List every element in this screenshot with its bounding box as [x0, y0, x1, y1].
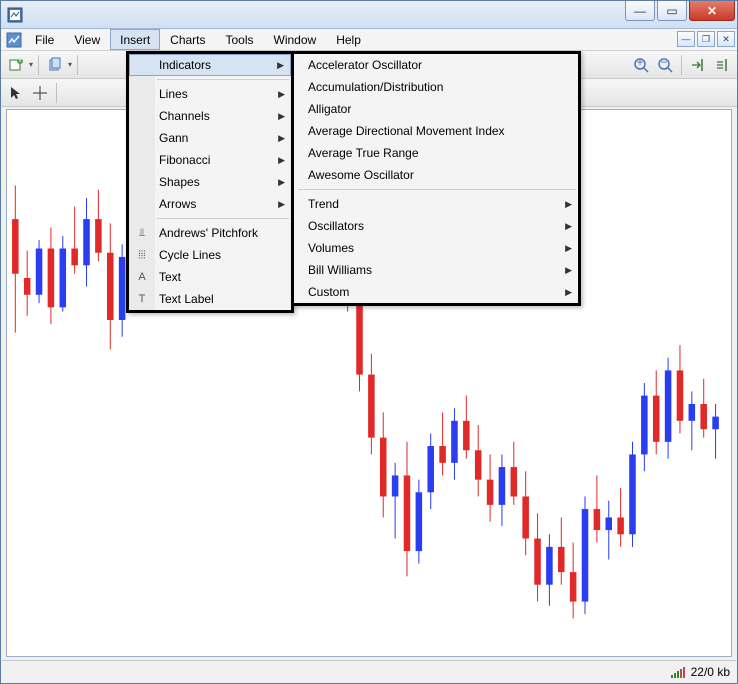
svg-text:−: −	[660, 57, 667, 69]
menu-item-label: Bill Williams	[308, 263, 372, 277]
menu-tools[interactable]: Tools	[216, 29, 264, 50]
pitchfork-icon: ⫫	[135, 227, 149, 240]
chart-shift-button[interactable]	[687, 54, 709, 76]
menu-insert[interactable]: Insert	[110, 29, 160, 50]
insert-menu-item[interactable]: ⫫ Andrews' Pitchfork	[129, 222, 291, 244]
submenu-arrow-icon: ▶	[278, 199, 285, 210]
submenu-arrow-icon: ▶	[278, 155, 285, 166]
connection-text: 22/0 kb	[691, 665, 730, 679]
menu-item-label: Text	[159, 270, 181, 284]
menu-file[interactable]: File	[25, 29, 64, 50]
menu-item-label: Text Label	[159, 292, 214, 306]
insert-menu-item[interactable]: Shapes ▶	[129, 171, 291, 193]
connection-bars-icon	[671, 666, 685, 678]
submenu-arrow-icon: ▶	[565, 199, 572, 210]
indicators-menu-item[interactable]: Average True Range	[294, 142, 578, 164]
submenu-arrow-icon: ▶	[278, 177, 285, 188]
mdi-minimize-button[interactable]: —	[677, 31, 695, 47]
menu-item-label: Lines	[159, 87, 188, 101]
submenu-arrow-icon: ▶	[565, 221, 572, 232]
indicators-menu-item[interactable]: Average Directional Movement Index	[294, 120, 578, 142]
submenu-arrow-icon: ▶	[278, 111, 285, 122]
menu-item-label: Fibonacci	[159, 153, 210, 167]
insert-menu-item[interactable]: Indicators ▶	[129, 54, 291, 76]
menu-item-label: Accelerator Oscillator	[308, 58, 422, 72]
indicators-menu-item[interactable]: Accelerator Oscillator	[294, 54, 578, 76]
insert-menu-item[interactable]: Gann ▶	[129, 127, 291, 149]
menu-help[interactable]: Help	[326, 29, 371, 50]
indicators-menu-item[interactable]: Alligator	[294, 98, 578, 120]
menu-window[interactable]: Window	[264, 29, 327, 50]
menu-item-label: Indicators	[159, 58, 211, 72]
statusbar: 22/0 kb	[2, 660, 736, 682]
submenu-arrow-icon: ▶	[565, 265, 572, 276]
menu-item-label: Volumes	[308, 241, 354, 255]
app-menu-icon[interactable]	[3, 29, 25, 50]
auto-scroll-button[interactable]	[711, 54, 733, 76]
menu-item-label: Channels	[159, 109, 210, 123]
indicators-menu-item[interactable]: Volumes ▶	[294, 237, 578, 259]
insert-menu: Indicators▶Lines▶Channels▶Gann▶Fibonacci…	[126, 51, 294, 313]
minimize-button[interactable]: —	[625, 1, 655, 21]
submenu-arrow-icon: ▶	[278, 89, 285, 100]
svg-text:+: +	[636, 57, 643, 69]
indicators-menu-item[interactable]: Accumulation/Distribution	[294, 76, 578, 98]
menu-item-label: Alligator	[308, 102, 351, 116]
insert-menu-item[interactable]: Lines ▶	[129, 83, 291, 105]
insert-menu-item[interactable]: Channels ▶	[129, 105, 291, 127]
indicators-menu-item[interactable]: Trend ▶	[294, 193, 578, 215]
menu-item-label: Arrows	[159, 197, 196, 211]
crosshair-button[interactable]	[29, 82, 51, 104]
titlebar: — ▭ ✕	[1, 1, 737, 29]
menu-item-label: Shapes	[159, 175, 200, 189]
text-icon: A	[135, 271, 149, 283]
app-icon	[7, 7, 23, 23]
indicators-menu-item[interactable]: Awesome Oscillator	[294, 164, 578, 186]
zoom-out-button[interactable]: −	[654, 54, 676, 76]
cycle-icon: ⦙⦙⦙	[135, 249, 149, 262]
cursor-button[interactable]	[5, 82, 27, 104]
mdi-restore-button[interactable]: ❐	[697, 31, 715, 47]
submenu-arrow-icon: ▶	[277, 60, 284, 71]
menu-item-label: Custom	[308, 285, 349, 299]
submenu-arrow-icon: ▶	[565, 243, 572, 254]
indicators-menu-item[interactable]: Oscillators ▶	[294, 215, 578, 237]
maximize-button[interactable]: ▭	[657, 1, 687, 21]
menubar: File View Insert Charts Tools Window Hel…	[1, 29, 737, 51]
menu-charts[interactable]: Charts	[160, 29, 215, 50]
submenu-arrow-icon: ▶	[565, 287, 572, 298]
mdi-close-button[interactable]: ✕	[717, 31, 735, 47]
new-chart-button[interactable]: +	[5, 54, 27, 76]
menu-item-label: Oscillators	[308, 219, 364, 233]
zoom-in-button[interactable]: +	[630, 54, 652, 76]
indicators-submenu: Accelerator Oscillator Accumulation/Distr…	[291, 51, 581, 306]
menu-item-label: Gann	[159, 131, 188, 145]
insert-menu-item[interactable]: A Text	[129, 266, 291, 288]
menu-item-label: Average Directional Movement Index	[308, 124, 505, 138]
menu-item-label: Cycle Lines	[159, 248, 221, 262]
indicators-menu-item[interactable]: Custom ▶	[294, 281, 578, 303]
menu-item-label: Andrews' Pitchfork	[159, 226, 258, 240]
profiles-button[interactable]	[44, 54, 66, 76]
menu-item-label: Awesome Oscillator	[308, 168, 414, 182]
insert-menu-item[interactable]: Fibonacci ▶	[129, 149, 291, 171]
submenu-arrow-icon: ▶	[278, 133, 285, 144]
svg-text:+: +	[16, 57, 23, 66]
menu-item-label: Average True Range	[308, 146, 419, 160]
menu-item-label: Accumulation/Distribution	[308, 80, 443, 94]
insert-menu-item[interactable]: Arrows ▶	[129, 193, 291, 215]
insert-menu-item[interactable]: ⦙⦙⦙ Cycle Lines	[129, 244, 291, 266]
menu-item-label: Trend	[308, 197, 339, 211]
menu-view[interactable]: View	[64, 29, 110, 50]
insert-menu-item[interactable]: T Text Label	[129, 288, 291, 310]
label-icon: T	[135, 293, 149, 305]
close-button[interactable]: ✕	[689, 1, 735, 21]
indicators-menu-item[interactable]: Bill Williams ▶	[294, 259, 578, 281]
app-window: — ▭ ✕ File View Insert Charts Tools Wind…	[0, 0, 738, 684]
